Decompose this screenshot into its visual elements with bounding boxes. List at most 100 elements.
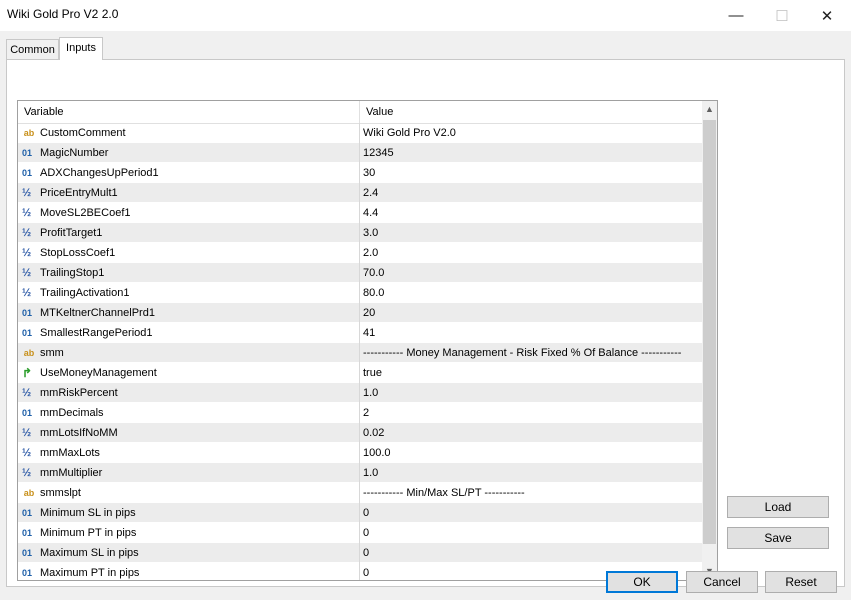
integer-type-icon: 01 [22, 308, 33, 318]
value-cell[interactable]: 0.02 [363, 427, 384, 439]
column-divider[interactable] [359, 101, 360, 123]
value-cell[interactable]: 4.4 [363, 207, 378, 219]
cell-divider [359, 183, 360, 203]
table-row[interactable]: ab smm ----------- Money Management - Risk… [18, 343, 702, 363]
scroll-up-icon[interactable]: ▲ [702, 101, 717, 118]
table-row[interactable]: ab smmslpt ----------- Min/Max SL/PT -----… [18, 483, 702, 503]
cell-divider [359, 383, 360, 403]
table-row[interactable]: 01 Minimum PT in pips 0 [18, 523, 702, 543]
value-cell[interactable]: 100.0 [363, 447, 391, 459]
integer-type-icon: 01 [22, 528, 33, 538]
cell-divider [359, 543, 360, 563]
variable-name: ADXChangesUpPeriod1 [40, 167, 159, 179]
table-row[interactable]: ½ TrailingStop1 70.0 [18, 263, 702, 283]
vertical-scrollbar[interactable]: ▲ ▼ [702, 101, 717, 580]
table-row[interactable]: 01 MTKeltnerChannelPrd1 20 [18, 303, 702, 323]
inputs-grid: Variable Value ab CustomComment Wiki Gold … [17, 100, 718, 581]
close-icon: ✕ [820, 7, 834, 25]
table-row[interactable]: 01 Minimum SL in pips 0 [18, 503, 702, 523]
window-title: Wiki Gold Pro V2 2.0 [7, 7, 119, 21]
value-cell[interactable]: 3.0 [363, 227, 378, 239]
cell-divider [359, 123, 360, 143]
load-button[interactable]: Load [727, 496, 829, 518]
cell-divider [359, 243, 360, 263]
value-cell[interactable]: 30 [363, 167, 375, 179]
variable-name: mmMaxLots [40, 447, 100, 459]
value-cell[interactable]: 70.0 [363, 267, 384, 279]
value-cell[interactable]: 41 [363, 327, 375, 339]
tab-common[interactable]: Common [6, 39, 59, 59]
tab-inputs[interactable]: Inputs [59, 37, 103, 60]
cell-divider [359, 423, 360, 443]
table-row[interactable]: ½ MoveSL2BECoef1 4.4 [18, 203, 702, 223]
table-row[interactable]: 01 SmallestRangePeriod1 41 [18, 323, 702, 343]
value-cell[interactable]: 2 [363, 407, 369, 419]
integer-type-icon: 01 [22, 168, 33, 178]
value-cell[interactable]: 80.0 [363, 287, 384, 299]
variable-name: Minimum SL in pips [40, 507, 136, 519]
column-header-value[interactable]: Value [366, 106, 393, 118]
variable-name: Minimum PT in pips [40, 527, 137, 539]
table-row[interactable]: 01 Maximum SL in pips 0 [18, 543, 702, 563]
table-row[interactable]: ½ PriceEntryMult1 2.4 [18, 183, 702, 203]
table-row[interactable]: 01 ADXChangesUpPeriod1 30 [18, 163, 702, 183]
scrollbar-thumb[interactable] [703, 120, 716, 544]
double-type-icon: ½ [22, 187, 32, 199]
value-cell[interactable]: 0 [363, 527, 369, 539]
table-row[interactable]: 01 Maximum PT in pips 0 [18, 563, 702, 580]
variable-name: MoveSL2BECoef1 [40, 207, 131, 219]
value-cell[interactable]: 2.0 [363, 247, 378, 259]
double-type-icon: ½ [22, 207, 32, 219]
value-cell[interactable]: 2.4 [363, 187, 378, 199]
integer-type-icon: 01 [22, 568, 33, 578]
table-row[interactable]: ½ mmRiskPercent 1.0 [18, 383, 702, 403]
ok-button[interactable]: OK [606, 571, 678, 593]
variable-name: mmLotsIfNoMM [40, 427, 118, 439]
value-cell[interactable]: true [363, 367, 382, 379]
table-row[interactable]: 01 mmDecimals 2 [18, 403, 702, 423]
variable-name: TrailingActivation1 [40, 287, 130, 299]
table-row[interactable]: ½ ProfitTarget1 3.0 [18, 223, 702, 243]
double-type-icon: ½ [22, 427, 32, 439]
table-row[interactable]: ½ mmMaxLots 100.0 [18, 443, 702, 463]
variable-name: UseMoneyManagement [40, 367, 157, 379]
value-cell[interactable]: 1.0 [363, 467, 378, 479]
reset-button[interactable]: Reset [765, 571, 837, 593]
cell-divider [359, 263, 360, 283]
value-cell[interactable]: 1.0 [363, 387, 378, 399]
cell-divider [359, 283, 360, 303]
table-row[interactable]: ½ mmMultiplier 1.0 [18, 463, 702, 483]
cell-divider [359, 523, 360, 543]
cell-divider [359, 403, 360, 423]
value-cell[interactable]: 0 [363, 547, 369, 559]
close-button[interactable]: ✕ [804, 0, 850, 31]
value-cell[interactable]: ----------- Money Management - Risk Fixe… [363, 347, 681, 359]
integer-type-icon: 01 [22, 408, 33, 418]
table-row[interactable]: ↱ UseMoneyManagement true [18, 363, 702, 383]
table-row[interactable]: ½ TrailingActivation1 80.0 [18, 283, 702, 303]
cell-divider [359, 303, 360, 323]
cell-divider [359, 563, 360, 580]
table-row[interactable]: ½ mmLotsIfNoMM 0.02 [18, 423, 702, 443]
table-row[interactable]: ½ StopLossCoef1 2.0 [18, 243, 702, 263]
minimize-button[interactable]: — [713, 0, 759, 31]
double-type-icon: ½ [22, 467, 32, 479]
save-button[interactable]: Save [727, 527, 829, 549]
variable-name: ProfitTarget1 [40, 227, 103, 239]
variable-name: CustomComment [40, 127, 126, 139]
value-cell[interactable]: 0 [363, 567, 369, 579]
cancel-button[interactable]: Cancel [686, 571, 758, 593]
variable-name: MTKeltnerChannelPrd1 [40, 307, 155, 319]
table-row[interactable]: 01 MagicNumber 12345 [18, 143, 702, 163]
double-type-icon: ½ [22, 447, 32, 459]
properties-dialog: Common Inputs Variable Value ab CustomCom… [0, 31, 851, 600]
maximize-icon: ☐ [775, 7, 789, 25]
value-cell[interactable]: 12345 [363, 147, 394, 159]
table-row[interactable]: ab CustomComment Wiki Gold Pro V2.0 [18, 123, 702, 143]
value-cell[interactable]: ----------- Min/Max SL/PT ----------- [363, 487, 525, 499]
value-cell[interactable]: 0 [363, 507, 369, 519]
value-cell[interactable]: Wiki Gold Pro V2.0 [363, 127, 456, 139]
column-header-variable[interactable]: Variable [24, 106, 64, 118]
cell-divider [359, 443, 360, 463]
value-cell[interactable]: 20 [363, 307, 375, 319]
